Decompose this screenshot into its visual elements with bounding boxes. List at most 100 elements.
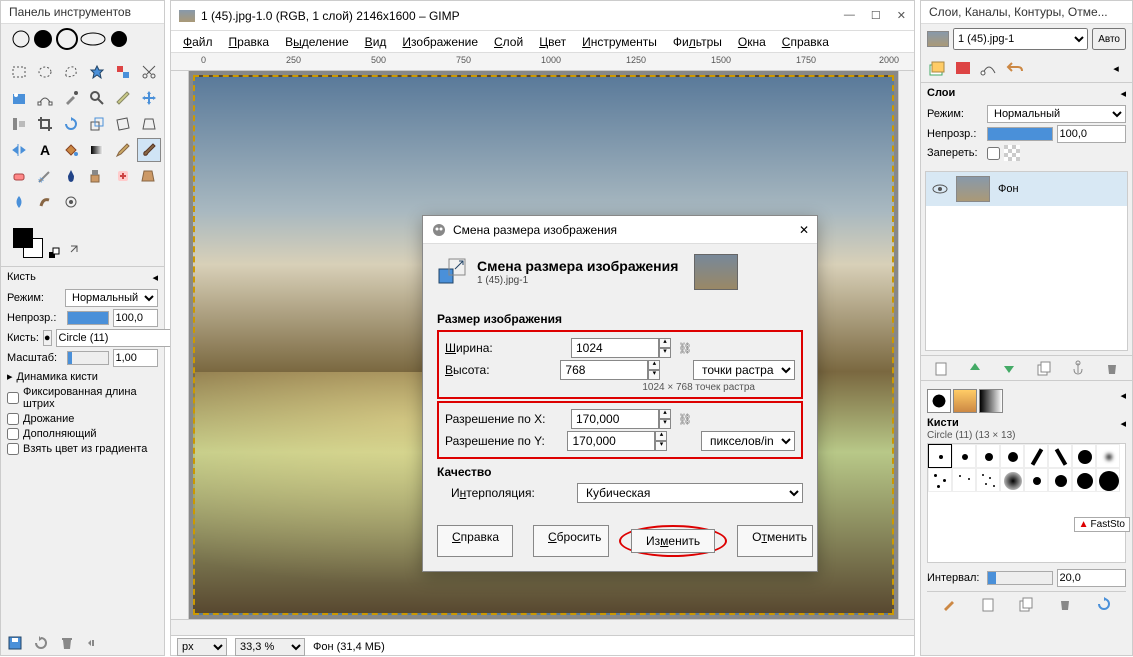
tool-perspective-clone[interactable] — [137, 164, 161, 188]
layer-new-icon[interactable] — [933, 360, 949, 376]
tool-airbrush[interactable] — [33, 164, 57, 188]
scale-value[interactable] — [113, 349, 159, 367]
tab-layers[interactable] — [927, 58, 947, 78]
unit-size-select[interactable]: точки растра — [693, 360, 795, 380]
tool-fuzzy-select[interactable] — [85, 60, 109, 84]
brush-preview[interactable]: ● — [43, 330, 52, 346]
dialog-close-button[interactable]: ✕ — [799, 223, 809, 237]
swap-reset-icons[interactable] — [47, 242, 87, 262]
mode-select[interactable]: Нормальный — [65, 289, 158, 307]
unit-res-select[interactable]: пикселов/in — [701, 431, 795, 451]
color-swatches[interactable] — [13, 228, 43, 258]
resx-input[interactable] — [571, 409, 659, 429]
tool-smudge[interactable] — [33, 190, 57, 214]
menu-view[interactable]: Вид — [359, 33, 393, 51]
tool-heal[interactable] — [111, 164, 135, 188]
brush-refresh-icon[interactable] — [1096, 596, 1112, 612]
reset-button[interactable]: Сбросить — [533, 525, 609, 557]
tool-rect-select[interactable] — [7, 60, 31, 84]
tool-move[interactable] — [137, 86, 161, 110]
auto-button[interactable]: Авто — [1092, 28, 1126, 50]
help-button[interactable]: Справка — [437, 525, 513, 557]
eye-icon[interactable] — [932, 181, 948, 197]
menu-help[interactable]: Справка — [776, 33, 835, 51]
dynamics-label[interactable]: Динамика кисти — [17, 371, 98, 383]
tool-crop[interactable] — [33, 112, 57, 136]
interp-select[interactable]: Кубическая — [577, 483, 803, 503]
lock-pixels[interactable] — [987, 147, 1000, 160]
chk-fixed[interactable] — [7, 392, 19, 404]
image-select[interactable]: 1 (45).jpg-1 — [953, 28, 1088, 50]
tool-color-select[interactable] — [111, 60, 135, 84]
brush-grid[interactable] — [927, 443, 1126, 563]
layers-menu-icon[interactable]: ◂ — [1120, 87, 1126, 103]
interval-slider[interactable] — [987, 571, 1053, 585]
tool-free-select[interactable] — [59, 60, 83, 84]
layer-up-icon[interactable] — [967, 360, 983, 376]
menu-windows[interactable]: Окна — [732, 33, 772, 51]
tool-bucket[interactable] — [59, 138, 83, 162]
layer-opacity-slider[interactable] — [987, 127, 1053, 141]
chk-jitter[interactable] — [7, 413, 19, 425]
menu-edit[interactable]: Правка — [223, 33, 276, 51]
close-button[interactable]: ✕ — [897, 9, 906, 22]
resy-up[interactable]: ▴ — [655, 431, 667, 441]
tool-blur[interactable] — [7, 190, 31, 214]
scrollbar-v[interactable] — [898, 71, 914, 619]
height-up[interactable]: ▴ — [648, 360, 660, 370]
layer-down-icon[interactable] — [1001, 360, 1017, 376]
tab-channels[interactable] — [953, 58, 973, 78]
brush-dup-icon[interactable] — [1018, 596, 1034, 612]
ruler-horizontal[interactable]: 0 250 500 750 1000 1250 1500 1750 2000 — [171, 53, 914, 71]
tool-ink[interactable] — [59, 164, 83, 188]
brush-new-icon[interactable] — [980, 596, 996, 612]
tool-pencil[interactable] — [111, 138, 135, 162]
gradient-swatch[interactable] — [979, 389, 1003, 413]
fg-color[interactable] — [13, 228, 33, 248]
revert-icon[interactable] — [33, 635, 49, 651]
tool-foreground[interactable] — [7, 86, 31, 110]
expand-icon[interactable]: ▸ — [7, 370, 13, 383]
tool-zoom[interactable] — [85, 86, 109, 110]
resy-input[interactable] — [567, 431, 655, 451]
tool-ellipse-select[interactable] — [33, 60, 57, 84]
tool-eraser[interactable] — [7, 164, 31, 188]
resx-up[interactable]: ▴ — [659, 409, 671, 419]
tab-undo[interactable] — [1005, 58, 1025, 78]
zoom-select[interactable]: 33,3 % — [235, 638, 305, 656]
layer-dup-icon[interactable] — [1036, 360, 1052, 376]
menu-color[interactable]: Цвет — [533, 33, 572, 51]
tool-paintbrush[interactable] — [137, 138, 161, 162]
layer-name[interactable]: Фон — [998, 183, 1019, 195]
tool-paths[interactable] — [33, 86, 57, 110]
tab-paths[interactable] — [979, 58, 999, 78]
chk-additive[interactable] — [7, 428, 19, 440]
tool-clone[interactable] — [85, 164, 109, 188]
tool-perspective[interactable] — [137, 112, 161, 136]
width-input[interactable] — [571, 338, 659, 358]
menu-select[interactable]: Выделение — [279, 33, 355, 51]
opacity-value[interactable] — [113, 309, 159, 327]
scale-slider[interactable] — [67, 351, 109, 365]
link-res-icon[interactable]: ⛓ — [677, 413, 693, 426]
resy-down[interactable]: ▾ — [655, 441, 667, 451]
ruler-vertical[interactable] — [171, 71, 189, 619]
maximize-button[interactable]: ☐ — [871, 9, 881, 22]
menu-filters[interactable]: Фильтры — [667, 33, 728, 51]
apply-button[interactable]: Изменить — [631, 529, 715, 553]
layer-mode-select[interactable]: Нормальный — [987, 105, 1126, 123]
collapse-icon[interactable]: ◂ — [152, 271, 158, 287]
minimize-button[interactable]: — — [844, 9, 855, 22]
tab-menu-icon[interactable]: ◂ — [1106, 58, 1126, 78]
tool-dodge[interactable] — [59, 190, 83, 214]
tool-scissors[interactable] — [137, 60, 161, 84]
menu-image[interactable]: Изображение — [396, 33, 484, 51]
cancel-button[interactable]: Отменить — [737, 525, 813, 557]
resx-down[interactable]: ▾ — [659, 419, 671, 429]
interval-value[interactable] — [1057, 569, 1127, 587]
opacity-slider[interactable] — [67, 311, 109, 325]
chk-gradient[interactable] — [7, 443, 19, 455]
scrollbar-h[interactable] — [171, 619, 914, 635]
brush-swatch[interactable] — [927, 389, 951, 413]
height-input[interactable] — [560, 360, 648, 380]
